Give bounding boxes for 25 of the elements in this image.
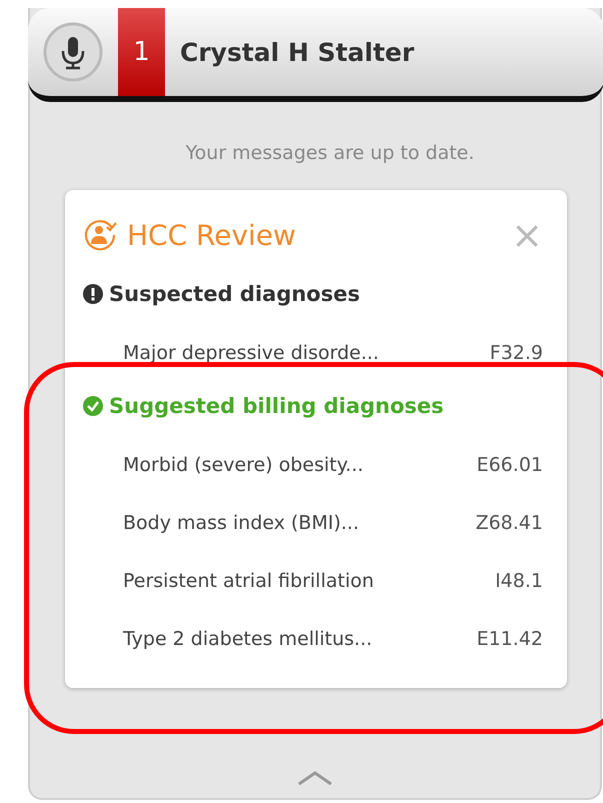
diagnosis-row[interactable]: Major depressive disorde... F32.9 [83,342,543,364]
diagnosis-row[interactable]: Morbid (severe) obesity... E66.01 [83,454,543,476]
diagnosis-code: E66.01 [476,454,543,476]
check-circle-icon [83,396,103,416]
diagnosis-row[interactable]: Type 2 diabetes mellitus... E11.42 [83,628,543,650]
microphone-icon[interactable] [43,22,103,82]
diagnosis-code: F32.9 [490,342,543,364]
section-heading: Suspected diagnoses [109,282,360,306]
diagnosis-row[interactable]: Persistent atrial fibrillation I48.1 [83,570,543,592]
section-heading: Suggested billing diagnoses [109,394,444,418]
exclamation-circle-icon [83,284,103,304]
diagnosis-code: E11.42 [476,628,543,650]
diagnosis-code: Z68.41 [476,512,543,534]
diagnosis-name: Major depressive disorde... [123,342,379,364]
diagnosis-name: Persistent atrial fibrillation [123,570,374,592]
card-title: HCC Review [127,218,297,252]
status-message: Your messages are up to date. [186,142,474,164]
diagnosis-name: Type 2 diabetes mellitus... [123,628,372,650]
diagnosis-row[interactable]: Body mass index (BMI)... Z68.41 [83,512,543,534]
contact-name: Crystal H Stalter [179,36,414,68]
person-check-icon [83,218,117,252]
diagnosis-name: Morbid (severe) obesity... [123,454,364,476]
diagnosis-code: I48.1 [495,570,543,592]
count-badge: 1 [118,8,165,96]
diagnosis-name: Body mass index (BMI)... [123,512,359,534]
